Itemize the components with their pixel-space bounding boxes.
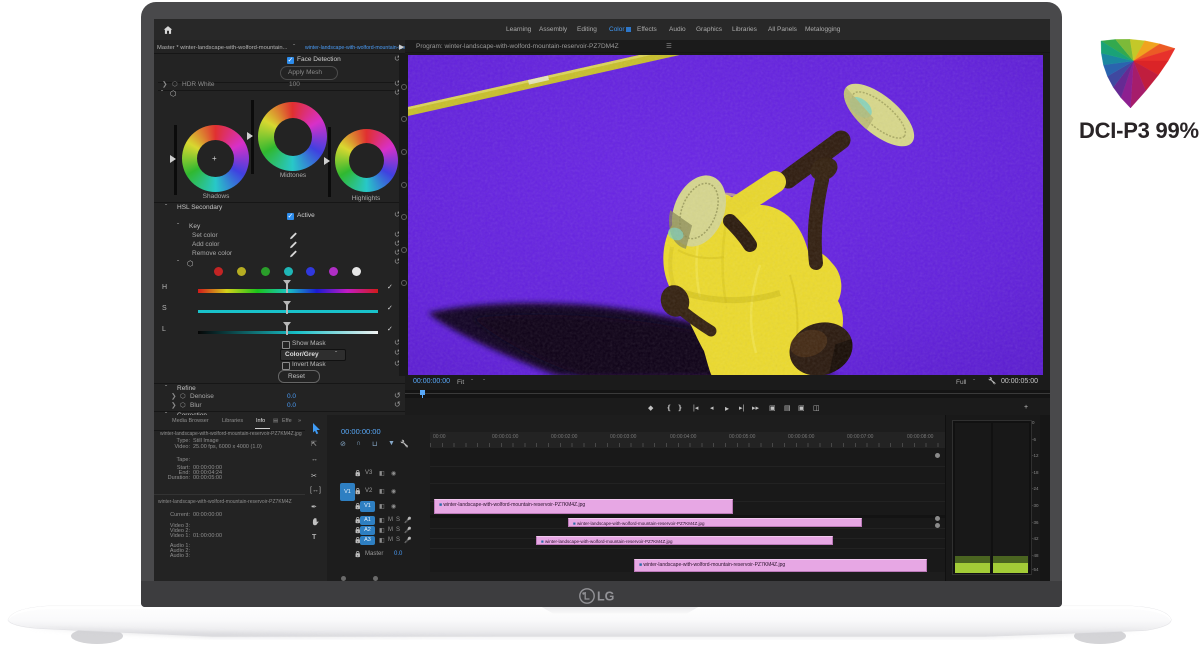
svg-text:LG: LG [597, 590, 614, 604]
